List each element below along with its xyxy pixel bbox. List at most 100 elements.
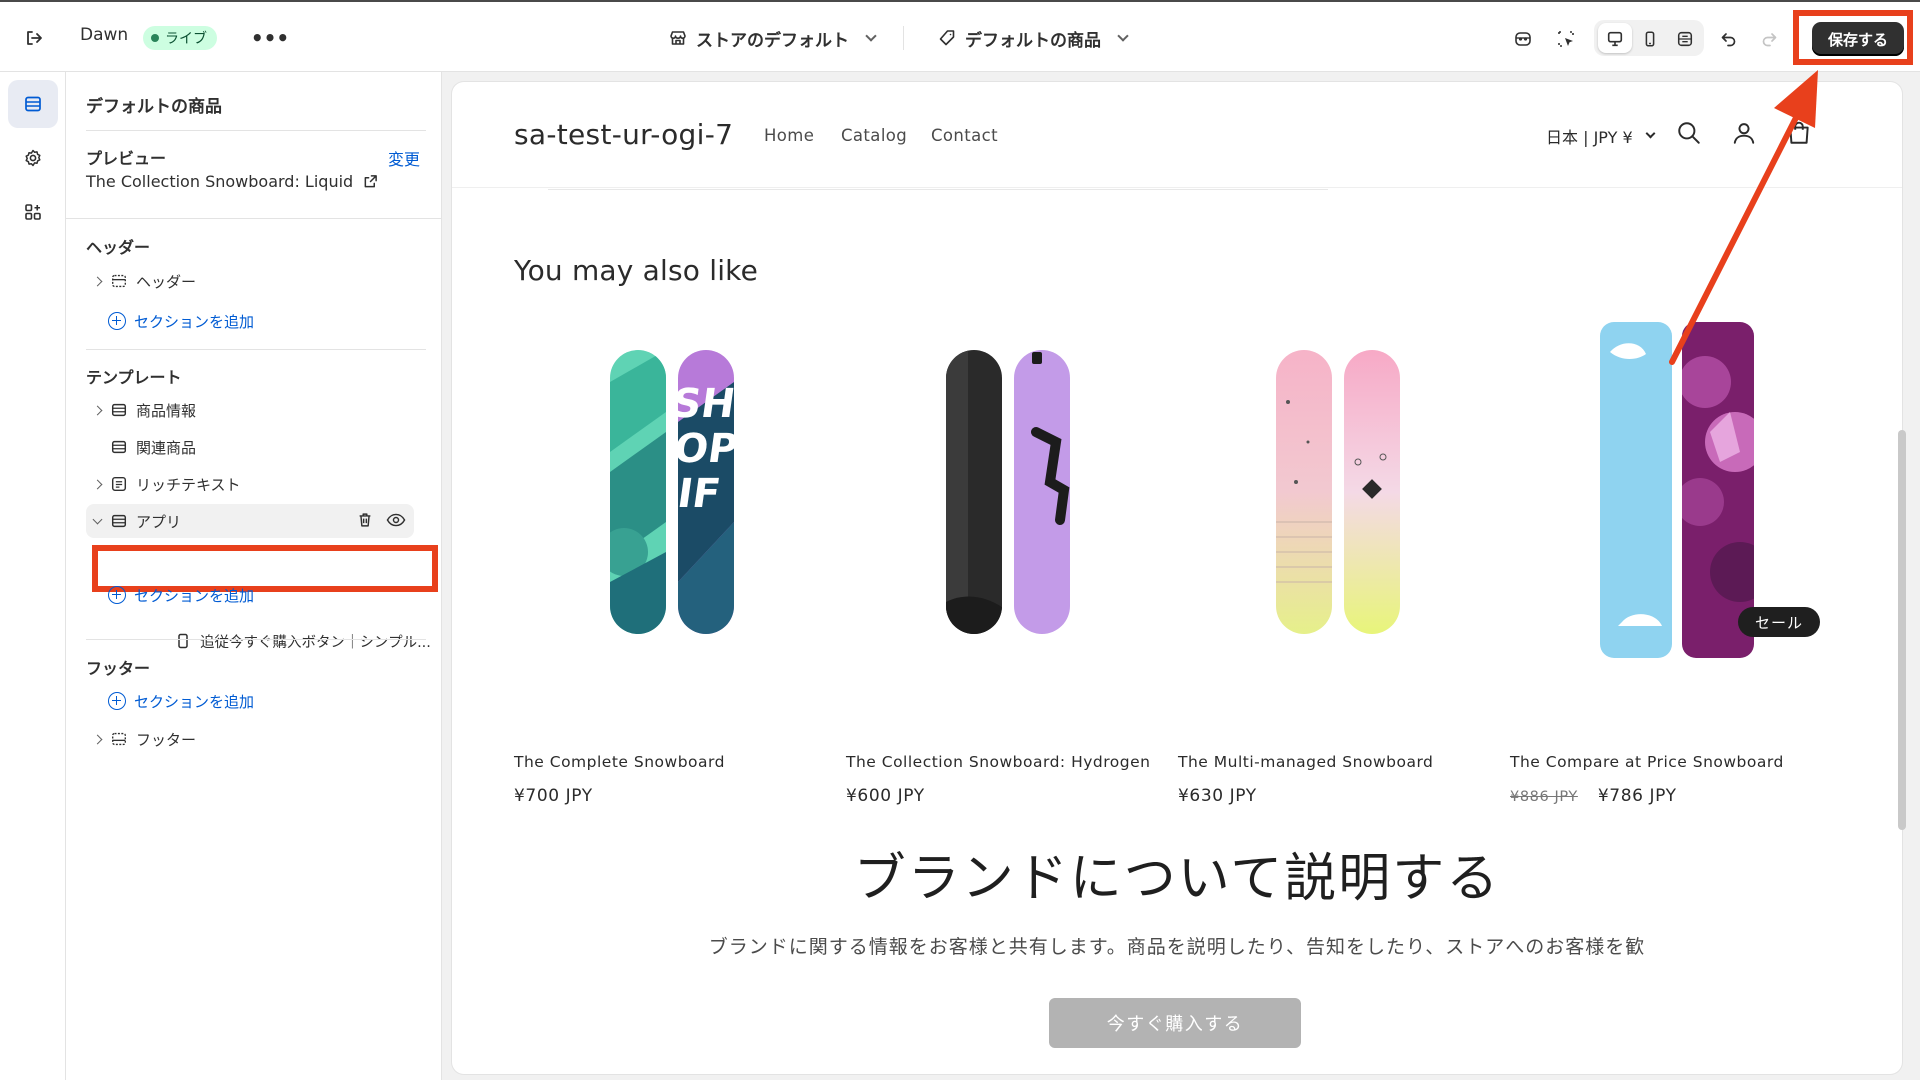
svg-text:SH: SH [669, 381, 738, 427]
account-icon[interactable] [1729, 118, 1759, 148]
cart-icon[interactable] [1784, 118, 1814, 148]
preview-heading: プレビュー [86, 149, 167, 168]
sale-badge: セール [1738, 607, 1820, 637]
buy-now-button[interactable]: 今すぐ購入する [1049, 998, 1301, 1048]
section-icon [108, 399, 130, 421]
product-price: ¥700 JPY [514, 786, 593, 806]
mobile-block-icon [166, 633, 200, 649]
svg-text:OP: OP [671, 426, 741, 472]
product-selector-label: デフォルトの商品 [965, 30, 1101, 51]
footer-group-heading: フッター [86, 659, 151, 678]
section-related-products[interactable]: 関連商品 [86, 430, 426, 464]
header-section-icon [108, 270, 130, 292]
add-section-label: セクションを追加 [134, 586, 255, 605]
product-sale-price: ¥786 JPY [1597, 786, 1677, 806]
apps-icon [25, 204, 41, 220]
divider [86, 349, 426, 350]
add-section-label: セクションを追加 [134, 312, 255, 331]
add-section-footer-button[interactable]: セクションを追加 [108, 686, 254, 716]
chevron-right-icon [92, 479, 102, 489]
redo-icon[interactable] [1754, 24, 1784, 54]
section-related-products-label: 関連商品 [136, 438, 197, 457]
more-actions-button[interactable]: ••• [251, 24, 289, 52]
rail-sections-button[interactable] [8, 80, 58, 128]
section-icon [108, 436, 130, 458]
product-price: ¥600 JPY [846, 786, 925, 806]
product-name: The Compare at Price Snowboard [1510, 753, 1784, 771]
divider [86, 639, 426, 640]
add-section-label: セクションを追加 [134, 692, 255, 711]
svg-text:IF: IF [675, 471, 724, 517]
tag-icon [939, 30, 955, 46]
divider [66, 218, 442, 219]
chevron-down-icon [865, 29, 877, 42]
highlight-box-save [1793, 10, 1913, 65]
app-block-label: 追従今すぐ購入ボタン｜シンプル... [200, 634, 431, 651]
country-selector[interactable]: 日本 | JPY ¥ [1546, 124, 1656, 148]
preview-scrollbar[interactable] [1898, 430, 1906, 830]
eye-icon[interactable] [386, 511, 406, 533]
product-price: ¥630 JPY [1178, 786, 1257, 806]
live-dot-icon [151, 34, 159, 42]
rail-apps-button[interactable] [8, 188, 58, 236]
brand-heading: ブランドについて説明する [853, 849, 1501, 909]
add-section-template-button[interactable]: セクションを追加 [108, 580, 254, 610]
store-selector-label: ストアのデフォルト [696, 30, 849, 51]
chevron-right-icon [92, 734, 102, 744]
chevron-right-icon [92, 405, 102, 415]
external-link-icon [364, 175, 378, 188]
snowboard-image: SH OP IF [610, 350, 741, 634]
mobile-view-icon[interactable] [1635, 24, 1665, 54]
inspector-icon[interactable] [1508, 24, 1538, 54]
header-group-heading: ヘッダー [86, 238, 151, 257]
preview-product[interactable]: The Collection Snowboard: Liquid [86, 172, 378, 191]
exit-icon[interactable] [20, 24, 48, 52]
section-footer[interactable]: フッター [86, 722, 426, 756]
divider [86, 130, 426, 131]
live-badge-label: ライブ [165, 31, 207, 47]
gear-icon [25, 149, 41, 167]
product-name: The Collection Snowboard: Hydrogen [846, 753, 1151, 771]
left-rail [0, 72, 66, 1080]
full-width-view-icon[interactable] [1670, 24, 1700, 54]
section-apps[interactable]: アプリ [86, 504, 414, 538]
app-block-sticky-buy-button[interactable]: 追従今すぐ購入ボタン｜シンプル... [166, 627, 496, 655]
product-name: The Complete Snowboard [514, 753, 725, 771]
plus-circle-icon [108, 312, 126, 330]
store-selector[interactable]: ストアのデフォルト [668, 24, 877, 52]
plus-circle-icon [108, 586, 126, 604]
select-element-icon[interactable] [1551, 24, 1581, 54]
preview-change-link[interactable]: 変更 [388, 146, 420, 170]
section-header-label: ヘッダー [136, 272, 197, 291]
desktop-view-icon[interactable] [1600, 24, 1630, 54]
store-name[interactable]: sa-test-ur-ogi-7 [514, 118, 733, 151]
product-price: ¥886 JPY ¥786 JPY [1510, 786, 1677, 806]
brand-description: ブランドに関する情報をお客様と共有します。商品を説明したり、告知をしたり、ストア… [708, 936, 1646, 958]
section-icon [108, 510, 130, 532]
section-rich-text[interactable]: リッチテキスト [86, 467, 426, 501]
store-icon [670, 31, 686, 45]
trash-icon[interactable] [356, 511, 374, 533]
section-header[interactable]: ヘッダー [86, 264, 426, 298]
template-group-heading: テンプレート [86, 368, 182, 387]
store-header: sa-test-ur-ogi-7 Home Catalog Contact 日本… [452, 82, 1902, 188]
country-label: 日本 | JPY ¥ [1546, 128, 1633, 147]
rail-settings-button[interactable] [8, 134, 58, 182]
section-apps-label: アプリ [136, 512, 182, 531]
nav-home[interactable]: Home [764, 126, 814, 145]
text-section-icon [108, 473, 130, 495]
divider [903, 26, 904, 50]
footer-section-icon [108, 728, 130, 750]
add-section-header-button[interactable]: セクションを追加 [108, 306, 254, 336]
chevron-down-icon [1645, 128, 1656, 139]
undo-icon[interactable] [1714, 24, 1744, 54]
search-icon[interactable] [1674, 118, 1704, 148]
top-bar: Dawn ライブ ••• ストアのデフォルト デフォルトの商品 保存する [0, 0, 1920, 72]
nav-contact[interactable]: Contact [931, 126, 998, 145]
section-footer-label: フッター [136, 730, 197, 749]
nav-catalog[interactable]: Catalog [841, 126, 907, 145]
product-selector[interactable]: デフォルトの商品 [937, 24, 1129, 52]
section-product-info[interactable]: 商品情報 [86, 393, 426, 427]
product-name: The Multi-managed Snowboard [1178, 753, 1434, 771]
plus-circle-icon [108, 692, 126, 710]
